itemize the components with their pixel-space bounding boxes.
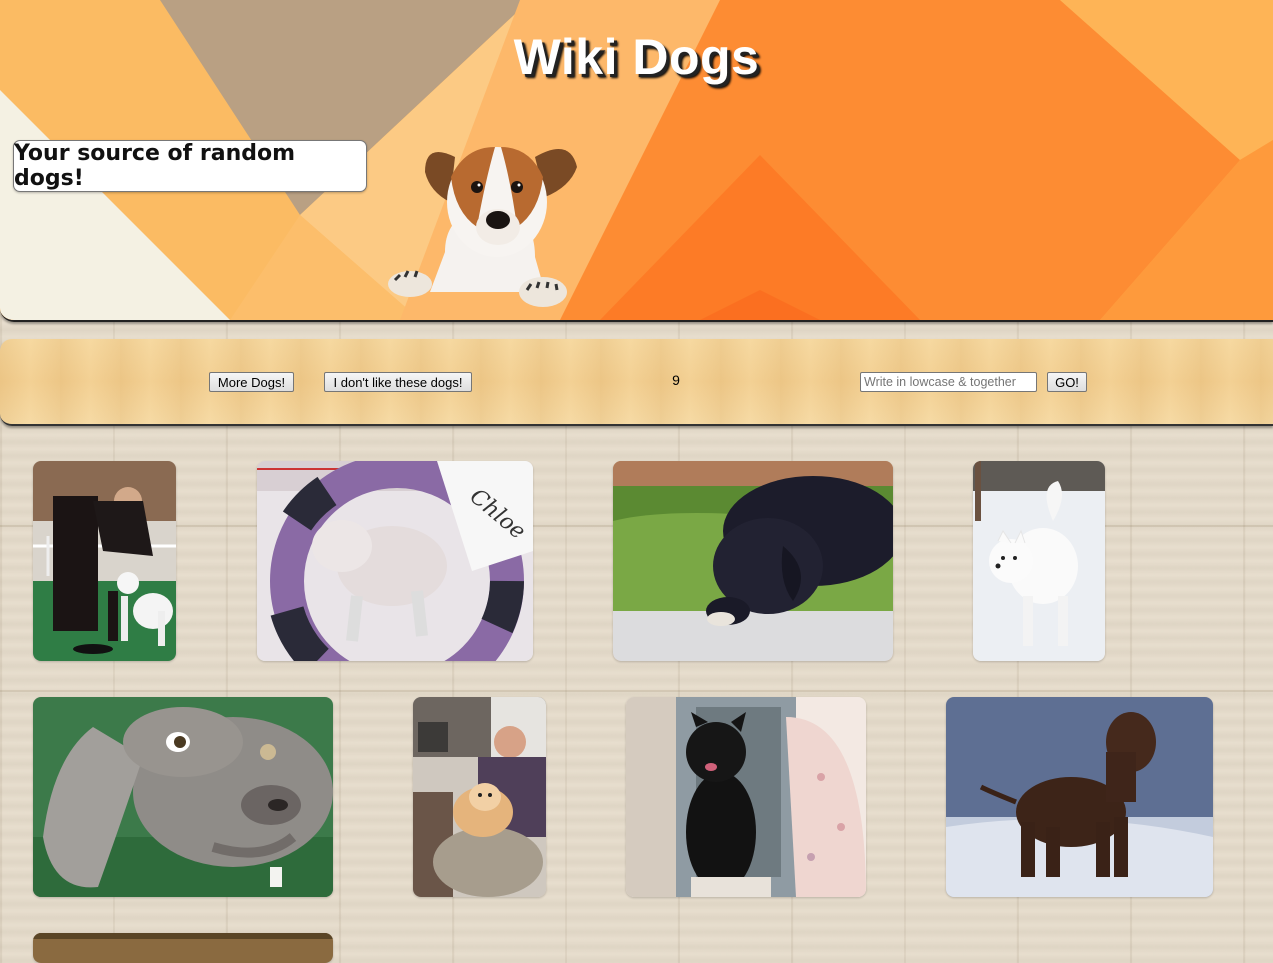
- breed-search-input[interactable]: [860, 372, 1037, 392]
- control-toolbar: More Dogs! I don't like these dogs! 9 GO…: [0, 339, 1273, 426]
- go-button[interactable]: GO!: [1047, 372, 1087, 392]
- tagline-badge: Your source of random dogs!: [13, 140, 367, 192]
- site-title: Wiki Dogs: [513, 29, 760, 85]
- jack-russell-mascot: [388, 147, 577, 307]
- dislike-dogs-button[interactable]: I don't like these dogs!: [324, 372, 472, 392]
- dog-photo-black-puppy-grass[interactable]: [613, 461, 893, 661]
- dog-photo-poodle-show[interactable]: [33, 461, 176, 661]
- dog-photo-black-terrier[interactable]: [626, 697, 866, 897]
- dog-photo-white-dog-snow[interactable]: [973, 461, 1105, 661]
- dog-counter: 9: [672, 372, 680, 388]
- more-dogs-button[interactable]: More Dogs!: [209, 372, 294, 392]
- wood-seam: [0, 690, 1273, 692]
- dog-photo-weimaraner[interactable]: [33, 697, 333, 897]
- header-banner: Wiki Dogs Your source of random dogs!: [0, 0, 1273, 322]
- dog-photo-pomeranian-lap[interactable]: [413, 697, 546, 897]
- dog-photo-partial[interactable]: [33, 933, 333, 963]
- dog-photo-bedlington-agility[interactable]: Chloe: [257, 461, 533, 661]
- dog-photo-brown-water-spaniel[interactable]: [946, 697, 1213, 897]
